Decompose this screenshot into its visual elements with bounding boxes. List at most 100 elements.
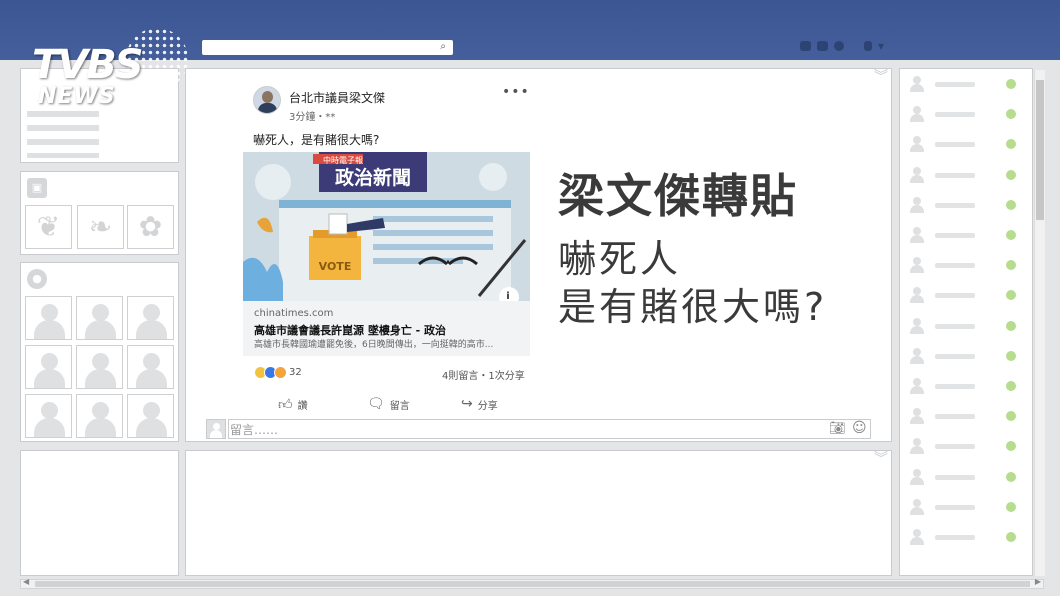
- friend-thumb[interactable]: [127, 345, 174, 389]
- scroll-right-icon[interactable]: ▶: [1035, 577, 1041, 586]
- shared-link-description: 高雄市長韓國瑜遭罷免後，6日晚間傳出，一向挺韓的高市...: [254, 340, 494, 350]
- chat-friend-row[interactable]: [907, 166, 1023, 183]
- comments-shares-count[interactable]: 4則留言・1次分享: [442, 367, 525, 382]
- friend-name-placeholder: [935, 293, 975, 299]
- online-status-icon: [1006, 169, 1016, 180]
- chat-friend-row[interactable]: [907, 287, 1023, 304]
- friend-name-placeholder: [935, 142, 975, 148]
- friend-avatar-icon: [909, 257, 925, 274]
- share-button[interactable]: ↪ 分享: [461, 396, 498, 412]
- friends-group-icon: ●: [27, 269, 47, 289]
- shared-link-image[interactable]: 中時電子報 政治新聞 VOTE i: [243, 152, 530, 301]
- chat-friend-row[interactable]: [907, 136, 1023, 153]
- reactions[interactable]: [254, 366, 287, 379]
- online-status-icon: [1006, 471, 1016, 482]
- overlay-line1: 嚇死人: [558, 237, 682, 281]
- chevron-down-icon[interactable]: ︾: [874, 66, 888, 86]
- friend-thumb[interactable]: [76, 296, 123, 340]
- chat-friend-row[interactable]: [907, 257, 1023, 274]
- info-icon[interactable]: i: [501, 290, 515, 301]
- online-status-icon: [1006, 441, 1016, 452]
- globe-icon[interactable]: [834, 41, 844, 51]
- comment-placeholder: 留言……: [230, 423, 279, 437]
- friend-avatar-icon: [909, 529, 925, 545]
- comment-icon: 🗨︎: [367, 396, 385, 412]
- leaf-icon[interactable]: ❧: [77, 205, 124, 249]
- haha-reaction-icon: [274, 366, 287, 379]
- like-label: 讚: [297, 401, 308, 412]
- like-icon: 👍︎: [278, 397, 293, 413]
- friend-thumb[interactable]: [76, 394, 123, 438]
- image-tag: 中時電子報: [323, 155, 363, 165]
- online-status-icon: [1006, 109, 1016, 120]
- friend-name-placeholder: [935, 414, 975, 420]
- overlay-line2: 是有賭很大嗎?: [558, 285, 828, 329]
- friend-thumb[interactable]: [25, 394, 72, 438]
- chat-friend-row[interactable]: [907, 529, 1023, 545]
- chat-friend-row[interactable]: [907, 468, 1023, 485]
- friend-avatar-icon: [909, 136, 925, 153]
- chat-friend-row[interactable]: [907, 106, 1023, 123]
- chat-friend-row[interactable]: [907, 408, 1023, 425]
- shared-link-title[interactable]: 高雄市議會議長許崑源 墜樓身亡 - 政治: [254, 322, 446, 338]
- friend-name-placeholder: [935, 535, 975, 540]
- scroll-left-icon[interactable]: ◀: [23, 577, 29, 586]
- friend-thumb[interactable]: [25, 345, 72, 389]
- friend-name-placeholder: [935, 474, 975, 480]
- chevron-down-icon[interactable]: ▼: [878, 42, 884, 51]
- friend-avatar-icon: [909, 468, 925, 485]
- friend-avatar-icon: [909, 317, 925, 334]
- logo-news-text: NEWS: [38, 84, 116, 109]
- more-icon[interactable]: •••: [502, 84, 530, 100]
- chevron-down-icon[interactable]: ︾: [874, 448, 888, 468]
- chat-friend-row[interactable]: [907, 76, 1023, 92]
- flower-icon[interactable]: ✿: [127, 205, 174, 249]
- chat-friend-row[interactable]: [907, 438, 1023, 455]
- online-status-icon: [1006, 290, 1016, 301]
- chat-friend-row[interactable]: [907, 227, 1023, 243]
- share-label: 分享: [477, 400, 498, 412]
- chat-friend-row[interactable]: [907, 498, 1023, 515]
- friend-name-placeholder: [935, 202, 975, 208]
- messages-icon[interactable]: [817, 41, 828, 51]
- friend-avatar-icon: [909, 166, 925, 183]
- photo-icon: ▣: [27, 178, 47, 198]
- post-time[interactable]: 3分鐘・**: [289, 108, 335, 123]
- post-text: 嚇死人，是有賭很大嗎?: [253, 133, 380, 147]
- online-status-icon: [1006, 411, 1016, 422]
- like-button[interactable]: 👍︎ 讚: [278, 396, 308, 413]
- post-author[interactable]: 台北市議員梁文傑: [289, 89, 385, 106]
- friend-thumb[interactable]: [127, 296, 174, 340]
- logo-tvbs-text: TVBS: [32, 42, 144, 88]
- account-icon[interactable]: [864, 41, 872, 51]
- search-input[interactable]: ⌕: [202, 40, 453, 55]
- comment-button[interactable]: 🗨︎ 留言: [367, 396, 410, 412]
- friend-name-placeholder: [935, 172, 975, 178]
- online-status-icon: [1006, 139, 1016, 150]
- chat-friend-row[interactable]: [907, 347, 1023, 364]
- online-status-icon: [1006, 260, 1016, 271]
- friend-thumb[interactable]: [25, 296, 72, 340]
- friend-thumb[interactable]: [127, 394, 174, 438]
- online-status-icon: [1006, 381, 1016, 391]
- shared-link-source: chinatimes.com: [254, 308, 334, 319]
- commenter-avatar: [206, 419, 226, 439]
- friends-icon[interactable]: [800, 41, 811, 51]
- vertical-scrollbar[interactable]: [1034, 70, 1045, 576]
- friend-thumb[interactable]: [76, 345, 123, 389]
- chat-friend-row[interactable]: [907, 317, 1023, 334]
- avatar[interactable]: [253, 86, 281, 114]
- photos-panel: ▣ ❦ ❧ ✿: [20, 171, 179, 255]
- overlay-headline: 梁文傑轉貼: [558, 169, 798, 223]
- chat-friend-row[interactable]: [907, 378, 1023, 394]
- friend-name-placeholder: [935, 233, 975, 238]
- camera-icon[interactable]: 📷︎: [829, 421, 846, 436]
- reaction-count[interactable]: 32: [289, 367, 302, 378]
- comment-input[interactable]: [228, 419, 871, 439]
- horizontal-scrollbar[interactable]: ◀ ▶: [20, 577, 1044, 589]
- chat-friend-row[interactable]: [907, 196, 1023, 213]
- butterfly-icon[interactable]: ❦: [25, 205, 72, 249]
- search-icon[interactable]: ⌕: [440, 41, 446, 52]
- emoji-icon[interactable]: ☺: [852, 420, 867, 436]
- friend-name-placeholder: [935, 112, 975, 118]
